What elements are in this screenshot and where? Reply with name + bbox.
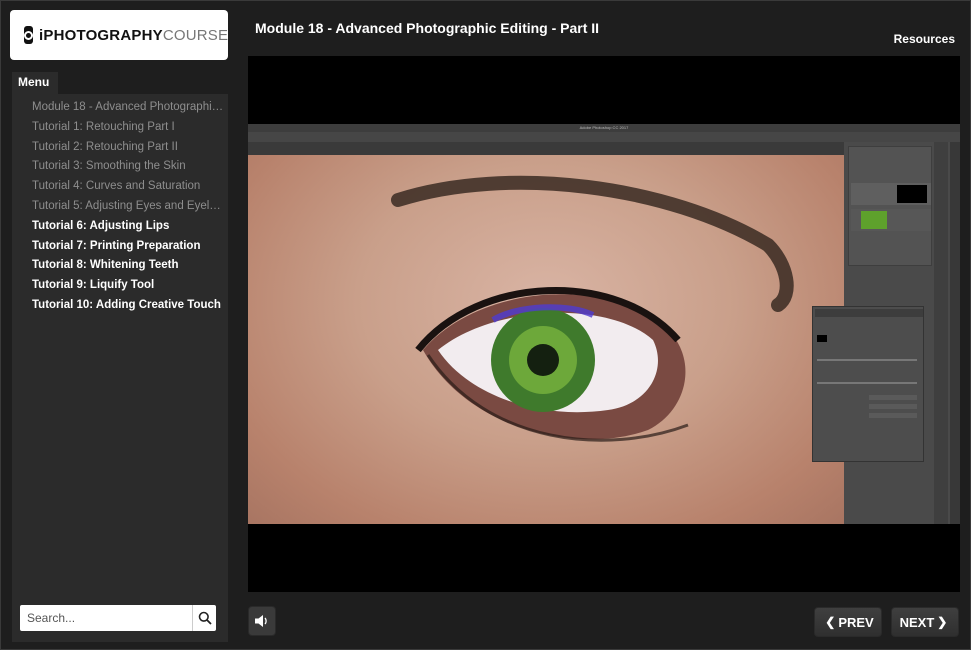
density-slider (817, 359, 917, 361)
menu-item-tutorial-10[interactable]: Tutorial 10: Adding Creative Touch (32, 296, 224, 316)
menu-item-tutorial-3[interactable]: Tutorial 3: Smoothing the Skin (32, 157, 224, 177)
select-and-mask-button (869, 395, 917, 400)
menu-item-tutorial-1[interactable]: Tutorial 1: Retouching Part I (32, 118, 224, 138)
photoshop-options-bar (248, 132, 960, 142)
properties-panel-header (815, 309, 923, 317)
search-button[interactable] (192, 605, 216, 631)
invert-button (869, 413, 917, 418)
photoshop-title-bar: Adobe Photoshop CC 2017 (248, 124, 960, 132)
logo[interactable]: iPHOTOGRAPHYCOURSE (10, 10, 228, 60)
feather-slider (817, 382, 917, 384)
menu-item-module-18[interactable]: Module 18 - Advanced Photographic Editin… (32, 98, 224, 118)
menu-tab[interactable]: Menu (12, 72, 58, 94)
mute-button[interactable] (248, 606, 276, 636)
photoshop-panel-icons (934, 142, 948, 524)
logo-text: iPHOTOGRAPHYCOURSE (39, 27, 228, 44)
mask-swatch (817, 335, 827, 342)
layer-photo-thumbnail (861, 211, 887, 229)
chevron-right-icon: ❯ (937, 615, 948, 629)
logo-text-light: COURSE (162, 26, 229, 44)
prev-label: PREV (838, 614, 874, 630)
search-box (20, 605, 216, 631)
prev-button[interactable]: ❮ PREV (814, 607, 882, 637)
lesson-menu: Module 18 - Advanced Photographic Editin… (12, 94, 228, 316)
eye-photo (248, 155, 844, 524)
menu-item-tutorial-2[interactable]: Tutorial 2: Retouching Part II (32, 138, 224, 158)
photoshop-properties-panel (812, 306, 924, 462)
next-label: NEXT (899, 614, 935, 630)
speaker-icon (255, 615, 267, 627)
sidebar: Module 18 - Advanced Photographic Editin… (12, 94, 228, 642)
photoshop-layer-row (851, 209, 931, 231)
color-range-button (869, 404, 917, 409)
search-icon (198, 611, 212, 625)
menu-item-tutorial-9[interactable]: Tutorial 9: Liquify Tool (32, 276, 224, 296)
video-player[interactable]: Adobe Photoshop CC 2017 (248, 56, 960, 592)
menu-item-tutorial-4[interactable]: Tutorial 4: Curves and Saturation (32, 177, 224, 197)
photoshop-layer-row (851, 183, 931, 205)
layer-mask-thumbnail (897, 185, 927, 203)
chevron-left-icon: ❮ (825, 615, 836, 629)
video-frame-photoshop: Adobe Photoshop CC 2017 (248, 124, 960, 524)
next-button[interactable]: NEXT ❯ (891, 607, 959, 637)
search-input[interactable] (20, 605, 192, 631)
resources-link[interactable]: Resources (894, 32, 955, 46)
photoshop-toolbar (950, 142, 960, 524)
module-title: Module 18 - Advanced Photographic Editin… (255, 20, 600, 36)
menu-item-tutorial-6[interactable]: Tutorial 6: Adjusting Lips (32, 217, 224, 237)
eye-illustration (391, 175, 794, 442)
logo-icon (24, 26, 33, 44)
menu-item-tutorial-5[interactable]: Tutorial 5: Adjusting Eyes and Eyelashes (32, 197, 224, 217)
menu-item-tutorial-8[interactable]: Tutorial 8: Whitening Teeth (32, 256, 224, 276)
photoshop-layers-panel (848, 146, 932, 266)
menu-item-tutorial-7[interactable]: Tutorial 7: Printing Preparation (32, 237, 224, 257)
logo-text-bold: iPHOTOGRAPHY (39, 26, 163, 44)
photoshop-tab-bar (248, 142, 844, 155)
